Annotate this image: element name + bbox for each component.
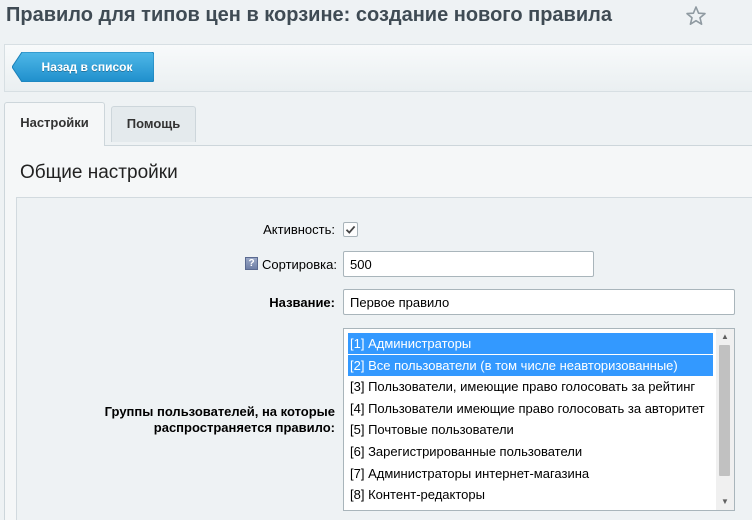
page-title: Правило для типов цен в корзине: создани…	[6, 4, 612, 26]
name-input[interactable]	[343, 289, 735, 315]
scroll-down-arrow-icon[interactable]: ▼	[716, 494, 734, 510]
sort-input[interactable]	[343, 251, 594, 277]
help-icon[interactable]: ?	[245, 257, 258, 270]
star-icon[interactable]	[684, 4, 708, 28]
list-item[interactable]: [7] Администраторы интернет-магазина	[350, 463, 589, 484]
active-checkbox[interactable]	[343, 222, 358, 237]
section-title: Общие настройки	[20, 162, 178, 183]
scroll-thumb[interactable]	[719, 345, 730, 476]
checkmark-icon	[345, 225, 356, 234]
list-item[interactable]: [3] Пользователи, имеющие право голосова…	[350, 376, 695, 397]
sort-label: Сортировка:	[262, 257, 337, 272]
list-item[interactable]: [6] Зарегистрированные пользователи	[350, 441, 582, 462]
list-item[interactable]: [8] Контент-редакторы	[350, 484, 485, 505]
tab-help[interactable]: Помощь	[111, 106, 196, 142]
list-item[interactable]: [2] Все пользователи (в том числе неавто…	[348, 355, 713, 376]
user-groups-listbox[interactable]: [1] Администраторы [2] Все пользователи …	[343, 328, 735, 511]
list-item[interactable]: [1] Администраторы	[348, 333, 713, 354]
name-label: Название:	[269, 295, 335, 310]
listbox-scrollbar[interactable]: ▲ ▼	[716, 329, 734, 510]
list-item[interactable]: [4] Пользователи имеющие право голосоват…	[350, 398, 705, 419]
active-label: Активность:	[263, 222, 335, 237]
tab-settings[interactable]: Настройки	[4, 102, 105, 146]
groups-label-line2: распространяется правило:	[153, 420, 335, 435]
back-button-label: Назад в список	[41, 60, 133, 74]
back-to-list-button[interactable]: Назад в список	[12, 52, 154, 82]
groups-label-line1: Группы пользователей, на которые	[104, 404, 335, 419]
list-item[interactable]: [5] Почтовые пользователи	[350, 419, 514, 440]
scroll-up-arrow-icon[interactable]: ▲	[716, 329, 734, 345]
